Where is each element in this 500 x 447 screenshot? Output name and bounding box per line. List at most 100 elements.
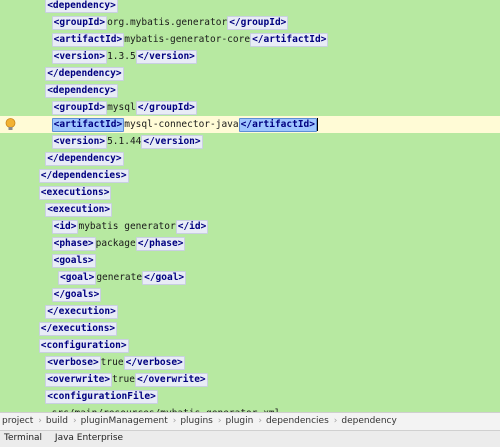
xml-tag[interactable]: </dependency> xyxy=(45,151,124,166)
xml-text[interactable]: true xyxy=(112,374,135,385)
xml-tag[interactable]: <execution> xyxy=(45,202,113,217)
tool-window-java-enterprise[interactable]: Java Enterprise xyxy=(51,431,129,446)
breadcrumb-item-plugins[interactable]: plugins xyxy=(178,413,216,429)
code-content[interactable]: <id> mybatis generator </id> xyxy=(51,218,209,235)
xml-text[interactable]: org.mybatis.generator xyxy=(107,17,227,28)
breadcrumb-item-project[interactable]: project xyxy=(0,413,36,429)
xml-tag[interactable]: </groupId> xyxy=(227,15,289,30)
xml-tag[interactable]: <dependency> xyxy=(45,83,118,98)
code-content[interactable]: <overwrite> true </overwrite> xyxy=(45,371,208,388)
code-line[interactable]: <artifactId> mybatis-generator-core </arti… xyxy=(0,31,500,48)
code-content[interactable]: <artifactId> mysql-connector-java </artifa… xyxy=(51,116,318,133)
code-line[interactable]: <goal> generate </goal> xyxy=(0,269,500,286)
code-content[interactable]: </goals> xyxy=(51,286,102,303)
xml-tag[interactable]: <version> xyxy=(51,134,108,149)
code-content[interactable]: <groupId> mysql </groupId> xyxy=(51,99,197,116)
xml-tag[interactable]: <phase> xyxy=(51,236,96,251)
code-content[interactable]: </execution> xyxy=(45,303,118,320)
code-line[interactable]: <overwrite> true </overwrite> xyxy=(0,371,500,388)
code-line[interactable]: <dependency> xyxy=(0,82,500,99)
code-editor[interactable]: <dependency> <groupId> org.mybatis.generat… xyxy=(0,0,500,412)
code-line[interactable]: <configuration> xyxy=(0,337,500,354)
code-line[interactable]: <version> 1.3.5 </version> xyxy=(0,48,500,65)
xml-tag[interactable]: <executions> xyxy=(38,185,112,200)
xml-tag[interactable]: </goals> xyxy=(51,287,102,302)
xml-text[interactable]: mysql-connector-java xyxy=(124,119,238,130)
code-content[interactable]: <version> 1.3.5 </version> xyxy=(51,48,197,65)
xml-text[interactable]: package xyxy=(96,238,136,249)
xml-tag[interactable]: <groupId> xyxy=(51,100,108,115)
code-line[interactable]: <phase> package </phase> xyxy=(0,235,500,252)
xml-tag[interactable]: </version> xyxy=(135,49,197,64)
xml-tag[interactable]: </phase> xyxy=(135,236,186,251)
breadcrumb-item-dependency[interactable]: dependency xyxy=(339,413,399,429)
code-line-current[interactable]: <artifactId> mysql-connector-java </artifa… xyxy=(0,116,500,133)
code-content[interactable]: <dependency> xyxy=(45,0,118,14)
code-content[interactable]: <dependency> xyxy=(45,82,118,99)
xml-tag[interactable]: </execution> xyxy=(45,304,118,319)
code-line[interactable]: <id> mybatis generator </id> xyxy=(0,218,500,235)
breadcrumb-item-plugin[interactable]: plugin xyxy=(223,413,256,429)
code-line[interactable]: </dependency> xyxy=(0,150,500,167)
code-content[interactable]: <execution> xyxy=(45,201,113,218)
breadcrumb-item-dependencies[interactable]: dependencies xyxy=(264,413,332,429)
xml-text[interactable]: generate xyxy=(96,272,142,283)
code-content[interactable]: <goal> generate </goal> xyxy=(58,269,187,286)
xml-tag[interactable]: <id> xyxy=(51,219,79,234)
breadcrumb-item-pluginManagement[interactable]: pluginManagement xyxy=(79,413,171,429)
code-line[interactable]: <executions> xyxy=(0,184,500,201)
code-line[interactable]: <dependency> xyxy=(0,0,500,14)
xml-tag-highlighted[interactable]: <artifactId> xyxy=(51,117,125,132)
code-line[interactable]: <verbose> true </verbose> xyxy=(0,354,500,371)
xml-text[interactable]: mybatis generator xyxy=(78,221,175,232)
xml-tag[interactable]: </goal> xyxy=(142,270,187,285)
code-content[interactable]: <groupId> org.mybatis.generator </groupId> xyxy=(51,14,289,31)
xml-text[interactable]: mybatis-generator-core xyxy=(124,34,250,45)
code-content[interactable]: <goals> xyxy=(51,252,96,269)
xml-tag[interactable]: <configurationFile> xyxy=(45,389,158,404)
code-line[interactable]: <groupId> org.mybatis.generator </groupId> xyxy=(0,14,500,31)
code-content[interactable]: <executions> xyxy=(38,184,112,201)
code-line[interactable]: src/main/resources/mybatis-generator.xml xyxy=(0,405,500,412)
xml-tag[interactable]: <dependency> xyxy=(45,0,118,13)
code-line[interactable]: <goals> xyxy=(0,252,500,269)
xml-tag[interactable]: </artifactId> xyxy=(250,32,329,47)
xml-tag[interactable]: <configuration> xyxy=(38,338,129,353)
xml-tag[interactable]: <goal> xyxy=(58,270,97,285)
xml-tag[interactable]: <goals> xyxy=(51,253,96,268)
code-line[interactable]: </goals> xyxy=(0,286,500,303)
code-content[interactable]: <version> 5.1.44 </version> xyxy=(51,133,203,150)
xml-tag[interactable]: <groupId> xyxy=(51,15,108,30)
lightbulb-icon[interactable] xyxy=(5,118,16,131)
xml-text[interactable]: true xyxy=(101,357,124,368)
code-line[interactable]: </dependencies> xyxy=(0,167,500,184)
code-content[interactable]: src/main/resources/mybatis-generator.xml xyxy=(52,405,281,412)
xml-tag[interactable]: </overwrite> xyxy=(135,372,208,387)
xml-tag[interactable]: <overwrite> xyxy=(45,372,113,387)
xml-tag[interactable]: </id> xyxy=(175,219,209,234)
xml-tag[interactable]: <version> xyxy=(51,49,108,64)
xml-tag[interactable]: </version> xyxy=(141,134,203,149)
code-content[interactable]: </dependencies> xyxy=(38,167,129,184)
code-line[interactable]: </execution> xyxy=(0,303,500,320)
code-content[interactable]: </dependency> xyxy=(45,150,124,167)
breadcrumb-item-build[interactable]: build xyxy=(44,413,71,429)
xml-tag[interactable]: </groupId> xyxy=(135,100,197,115)
code-line[interactable]: </executions> xyxy=(0,320,500,337)
code-content[interactable]: </dependency> xyxy=(45,65,124,82)
xml-tag[interactable]: </executions> xyxy=(38,321,118,336)
xml-tag[interactable]: </dependencies> xyxy=(38,168,129,183)
xml-text[interactable]: 1.3.5 xyxy=(107,51,136,62)
xml-tag-highlighted[interactable]: </artifactId> xyxy=(238,117,317,132)
code-line[interactable]: <configurationFile> xyxy=(0,388,500,405)
code-line[interactable]: <execution> xyxy=(0,201,500,218)
code-content[interactable]: <verbose> true </verbose> xyxy=(45,354,185,371)
code-content[interactable]: <configuration> xyxy=(38,337,129,354)
code-line[interactable]: </dependency> xyxy=(0,65,500,82)
code-content[interactable]: <phase> package </phase> xyxy=(51,235,186,252)
code-content[interactable]: <configurationFile> xyxy=(45,388,158,405)
code-line[interactable]: <groupId> mysql </groupId> xyxy=(0,99,500,116)
tool-window-terminal[interactable]: Terminal xyxy=(0,431,48,446)
xml-tag[interactable]: </dependency> xyxy=(45,66,124,81)
xml-tag[interactable]: <verbose> xyxy=(45,355,101,370)
